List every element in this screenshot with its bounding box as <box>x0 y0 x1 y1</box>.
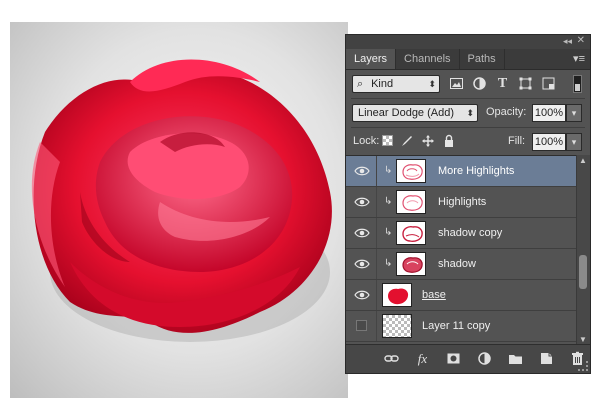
new-layer-icon[interactable] <box>539 351 554 366</box>
add-mask-icon[interactable] <box>446 351 461 366</box>
opacity-dropdown-button[interactable]: ▾ <box>566 104 582 122</box>
new-group-folder-icon[interactable] <box>508 351 523 366</box>
layer-thumbnail[interactable] <box>396 252 426 276</box>
shape-filter-icon[interactable] <box>518 76 533 91</box>
filter-row: ⌕ Kind ⬍ T <box>346 70 590 98</box>
clipping-mask-arrow-icon: ↳ <box>384 165 393 176</box>
layer-style-fx-icon[interactable]: fx <box>415 351 430 366</box>
search-icon: ⌕ <box>357 78 364 90</box>
tab-paths[interactable]: Paths <box>460 49 505 69</box>
blend-row: Linear Dodge (Add) ⬍ Opacity: 100% ▾ <box>346 99 590 127</box>
panel-menu-icon[interactable]: ▾≡ <box>573 52 585 65</box>
lock-label: Lock: <box>353 135 380 147</box>
eye-visibility-icon[interactable] <box>354 226 370 240</box>
eye-visibility-icon[interactable] <box>354 257 370 271</box>
filter-kind-label: Kind <box>371 78 394 90</box>
divider <box>376 156 377 186</box>
layer-name[interactable]: Layer 11 copy <box>422 320 490 332</box>
lock-all-icon[interactable] <box>442 134 456 148</box>
filter-kind-select[interactable]: ⌕ Kind ⬍ <box>352 75 440 93</box>
panel-footer: fx <box>346 344 590 373</box>
eye-visibility-icon[interactable] <box>354 164 370 178</box>
panel-tabs: Layers Channels Paths ▾≡ <box>346 49 590 70</box>
clipping-mask-arrow-icon: ↳ <box>384 227 393 238</box>
blend-mode-value: Linear Dodge (Add) <box>358 107 455 119</box>
opacity-label: Opacity: <box>486 106 527 118</box>
layer-thumbnail[interactable] <box>382 283 412 307</box>
document-canvas[interactable] <box>10 22 348 398</box>
double-chevron-left-icon[interactable]: ◂◂ <box>563 36 572 47</box>
eye-visibility-icon[interactable] <box>354 195 370 209</box>
clipping-mask-arrow-icon: ↳ <box>384 258 393 269</box>
clipping-mask-arrow-icon: ↳ <box>384 196 393 207</box>
layer-name[interactable]: shadow copy <box>438 227 502 239</box>
divider <box>376 187 377 217</box>
adjustment-filter-icon[interactable] <box>472 76 487 91</box>
panel-title-strip[interactable]: ◂◂ ✕ <box>346 35 590 49</box>
lock-image-pixels-icon[interactable] <box>400 134 414 148</box>
opacity-input[interactable]: 100% <box>532 104 566 122</box>
layer-row[interactable]: base <box>346 280 576 311</box>
fill-label: Fill: <box>508 135 526 147</box>
rose-artwork <box>31 59 332 342</box>
updown-arrow-icon: ⬍ <box>428 79 436 89</box>
layers-scrollbar[interactable]: ▲ ▼ <box>576 155 590 345</box>
blend-mode-select[interactable]: Linear Dodge (Add) ⬍ <box>352 104 478 122</box>
layer-name[interactable]: base <box>422 289 446 301</box>
tab-channels[interactable]: Channels <box>396 49 460 69</box>
lock-row: Lock: Fill: 100% ▾ <box>346 128 590 156</box>
layer-thumbnail[interactable] <box>396 159 426 183</box>
layer-row[interactable]: ↳ shadow copy <box>346 218 576 249</box>
layer-name[interactable]: Highlights <box>438 196 486 208</box>
layer-row[interactable]: ↳ Highlights <box>346 187 576 218</box>
eye-visibility-icon[interactable] <box>354 288 370 302</box>
layer-thumbnail[interactable] <box>396 190 426 214</box>
scrollbar-thumb[interactable] <box>579 255 587 289</box>
layers-list: ↳ More Highlights ↳ Highlights ↳ shadow … <box>346 155 576 346</box>
layer-name[interactable]: shadow <box>438 258 476 270</box>
divider <box>376 311 377 341</box>
filter-toggle-switch[interactable] <box>573 75 582 93</box>
layer-name[interactable]: More Highlights <box>438 165 514 177</box>
type-filter-icon[interactable]: T <box>495 76 510 91</box>
tab-layers[interactable]: Layers <box>346 49 397 69</box>
updown-arrow-icon: ⬍ <box>466 108 474 118</box>
layer-row[interactable]: Layer 11 copy <box>346 311 576 342</box>
fill-input[interactable]: 100% <box>532 133 566 151</box>
fx-label: fx <box>417 351 428 366</box>
scroll-up-arrow-icon[interactable]: ▲ <box>579 156 587 165</box>
visibility-toggle-off[interactable] <box>356 320 367 331</box>
new-adjustment-layer-icon[interactable] <box>477 351 492 366</box>
resize-grip-icon[interactable] <box>578 361 588 371</box>
layer-row[interactable]: ↳ shadow <box>346 249 576 280</box>
divider <box>376 249 377 279</box>
lock-position-icon[interactable] <box>421 134 435 148</box>
lock-transparent-pixels-icon[interactable] <box>382 135 393 146</box>
fill-dropdown-button[interactable]: ▾ <box>566 133 582 151</box>
layers-panel: ◂◂ ✕ Layers Channels Paths ▾≡ ⌕ Kind ⬍ T <box>345 34 591 374</box>
scroll-down-arrow-icon[interactable]: ▼ <box>579 335 587 344</box>
smart-object-filter-icon[interactable] <box>541 76 556 91</box>
divider <box>376 280 377 310</box>
image-filter-icon[interactable] <box>449 76 464 91</box>
layer-thumbnail[interactable] <box>396 221 426 245</box>
close-icon[interactable]: ✕ <box>577 35 585 46</box>
layer-thumbnail[interactable] <box>382 314 412 338</box>
divider <box>376 218 377 248</box>
link-layers-icon[interactable] <box>384 351 399 366</box>
layer-row[interactable]: ↳ More Highlights <box>346 156 576 187</box>
